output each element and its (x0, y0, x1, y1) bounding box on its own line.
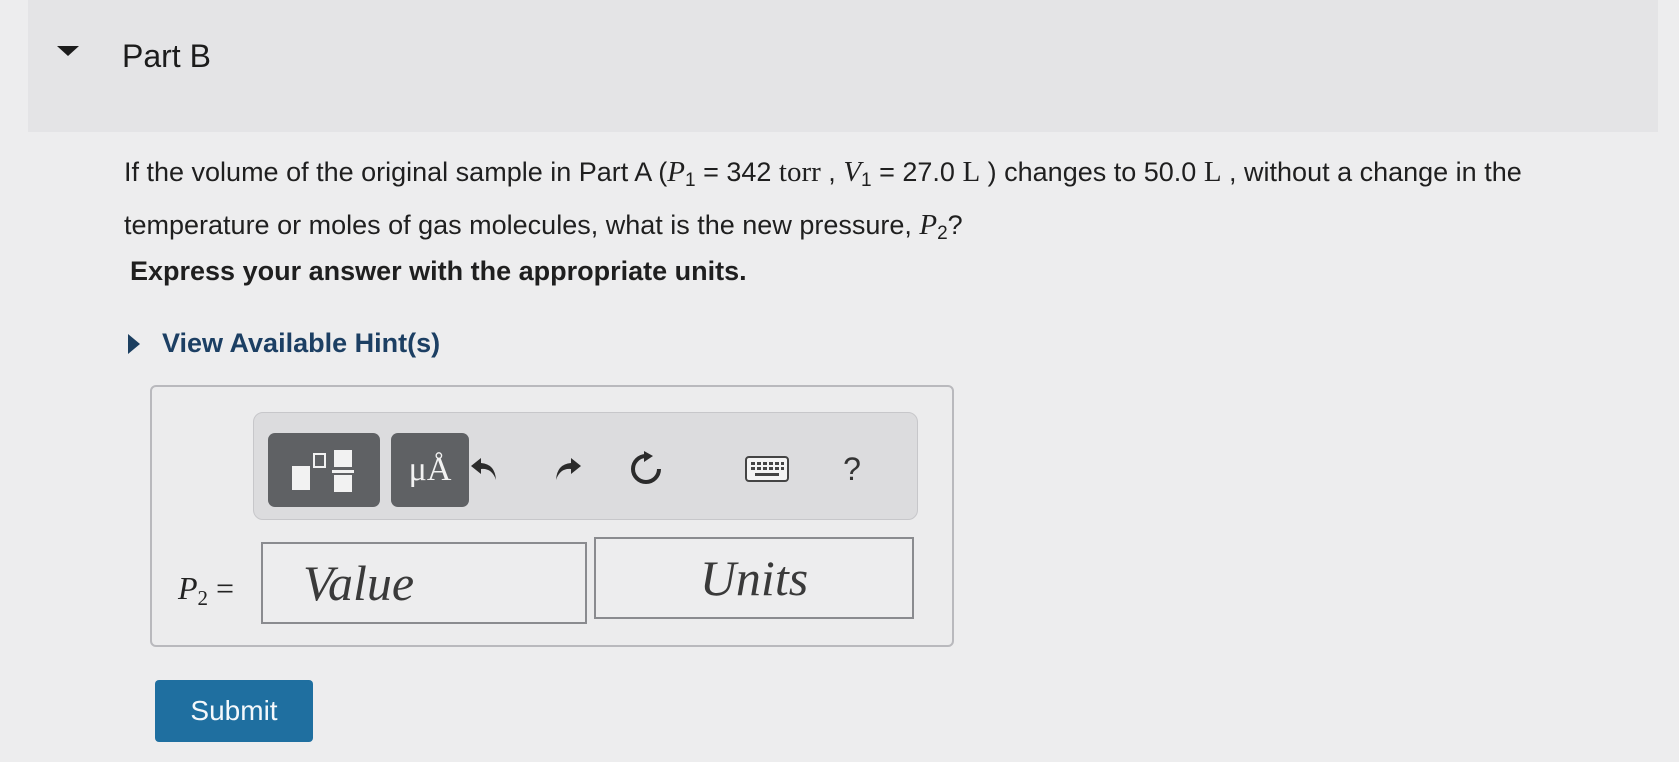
reset-icon (631, 451, 661, 484)
value-input[interactable]: Value (261, 542, 587, 624)
help-button[interactable]: ? (832, 447, 872, 491)
view-hints-label: View Available Hint(s) (162, 328, 441, 358)
part-title: Part B (122, 38, 211, 74)
templates-icon (292, 450, 354, 492)
part-header (28, 0, 1658, 132)
answer-label: P2 = (178, 570, 235, 610)
templates-button[interactable] (268, 433, 380, 507)
units-input[interactable]: Units (594, 537, 914, 619)
expand-arrow-icon (128, 333, 140, 354)
question-text: If the volume of the original sample in … (124, 156, 1522, 244)
view-hints-toggle[interactable]: View Available Hint(s) (128, 328, 440, 359)
help-icon: ? (843, 450, 861, 487)
units-icon: μÅ (408, 451, 452, 488)
keyboard-icon (745, 456, 789, 482)
redo-button[interactable] (546, 447, 586, 491)
keyboard-button[interactable] (744, 447, 790, 491)
units-placeholder: Units (699, 550, 809, 606)
submit-button[interactable]: Submit (155, 680, 313, 742)
units-button[interactable]: μÅ (391, 433, 469, 507)
reset-button[interactable] (626, 447, 666, 491)
collapse-arrow-icon[interactable] (57, 46, 79, 56)
value-placeholder: Value (303, 555, 415, 611)
undo-icon (471, 458, 496, 480)
redo-icon (556, 458, 581, 480)
instruction-text: Express your answer with the appropriate… (130, 256, 747, 286)
undo-button[interactable] (466, 447, 506, 491)
math-toolbar: μÅ ? (253, 412, 918, 520)
